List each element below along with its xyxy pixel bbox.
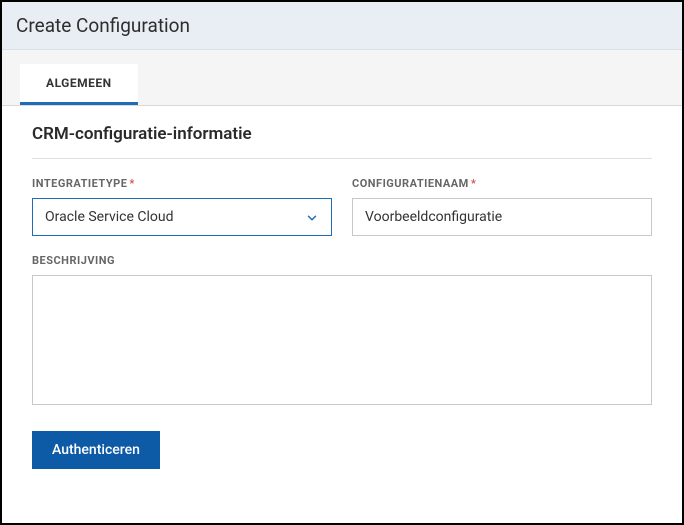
content-area: CRM-configuratie-informatie INTEGRATIETY… (2, 106, 682, 487)
description-group: BESCHRIJVING (32, 254, 652, 409)
config-name-group: CONFIGURATIENAAM* (352, 177, 652, 236)
tabs-bar: ALGEMEEN (2, 50, 682, 106)
description-textarea[interactable] (32, 275, 652, 405)
section-title: CRM-configuratie-informatie (32, 124, 652, 159)
config-name-label-text: CONFIGURATIENAAM (352, 177, 469, 190)
tab-algemeen[interactable]: ALGEMEEN (20, 64, 138, 105)
integration-type-label: INTEGRATIETYPE* (32, 177, 332, 190)
config-name-label: CONFIGURATIENAAM* (352, 177, 652, 190)
form-row-top: INTEGRATIETYPE* Oracle Service Cloud CON… (32, 177, 652, 236)
integration-type-group: INTEGRATIETYPE* Oracle Service Cloud (32, 177, 332, 236)
integration-type-select[interactable]: Oracle Service Cloud (32, 198, 332, 236)
config-name-input[interactable] (352, 198, 652, 236)
dialog-title: Create Configuration (16, 14, 668, 37)
integration-type-value: Oracle Service Cloud (45, 209, 305, 225)
required-marker: * (129, 177, 135, 190)
authenticate-button[interactable]: Authenticeren (32, 431, 160, 469)
required-marker: * (471, 177, 477, 190)
dialog-header: Create Configuration (2, 2, 682, 50)
description-label: BESCHRIJVING (32, 254, 652, 267)
chevron-down-icon (305, 210, 319, 224)
integration-type-label-text: INTEGRATIETYPE (32, 177, 127, 190)
